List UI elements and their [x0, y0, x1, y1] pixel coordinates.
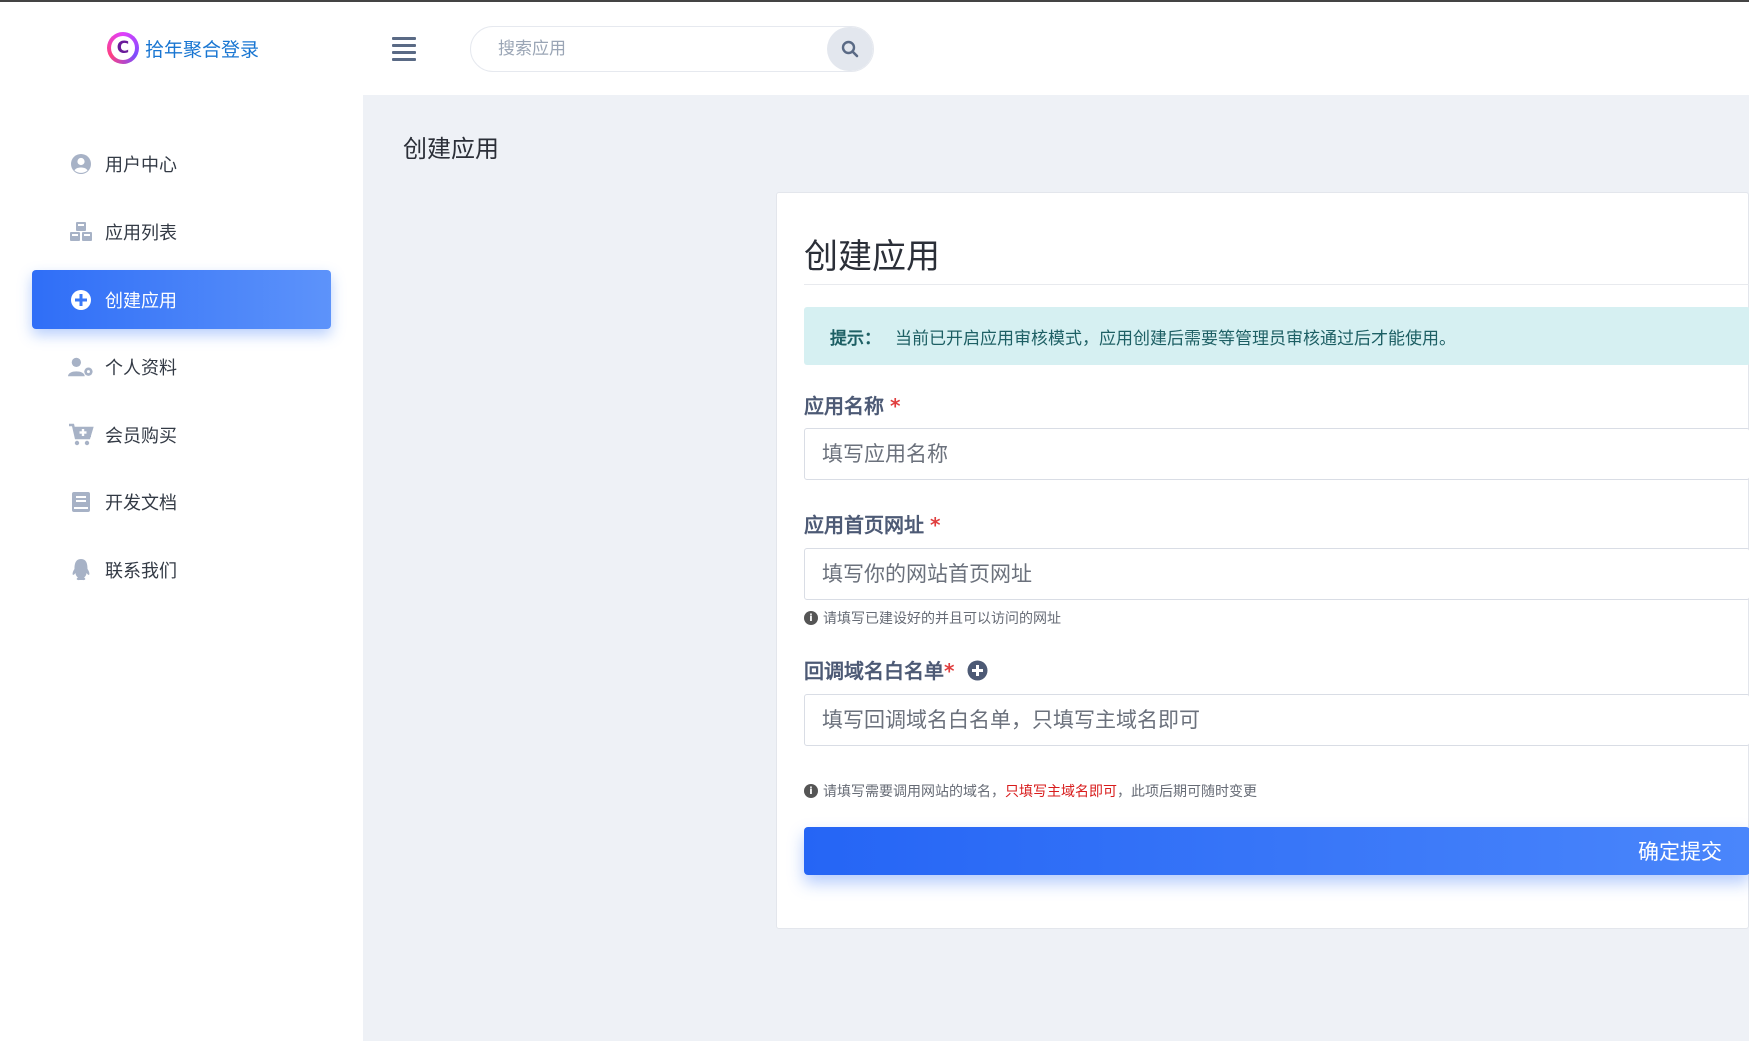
sidebar-item-label: 用户中心 [105, 154, 177, 176]
homepage-label-text: 应用首页网址 [804, 513, 924, 537]
create-app-card: 创建应用 提示： 当前已开启应用审核模式，应用创建后需要等管理员审核通过后才能使… [776, 192, 1749, 929]
add-domain-icon[interactable] [967, 660, 988, 686]
alert-label: 提示： [830, 328, 881, 349]
callback-label-text: 回调域名白名单 [804, 659, 944, 683]
search-input[interactable] [471, 27, 829, 71]
callback-help-prefix: 请填写需要调用网站的域名， [823, 784, 1005, 800]
user-cog-icon [68, 354, 94, 380]
page-title: 创建应用 [403, 135, 499, 163]
user-circle-icon [68, 151, 94, 177]
sidebar-item-label: 个人资料 [105, 357, 177, 379]
required-mark: * [890, 394, 901, 418]
search-bar [470, 26, 874, 72]
alert-text: 当前已开启应用审核模式，应用创建后需要等管理员审核通过后才能使用。 [895, 328, 1456, 349]
sidebar: 用户中心 应用列表 创建应用 个人资料 会员购买 开发文档 联系我们 [0, 95, 363, 1041]
callback-domain-input[interactable] [804, 694, 1749, 746]
hamburger-menu-icon[interactable] [392, 37, 416, 61]
book-icon [68, 489, 94, 515]
brand-logo[interactable]: C 拾年聚合登录 [107, 32, 259, 64]
search-icon [841, 40, 859, 58]
homepage-help-text: 请填写已建设好的并且可以访问的网址 [823, 611, 1061, 627]
submit-button[interactable]: 确定提交 [804, 827, 1749, 875]
app-name-input[interactable] [804, 428, 1749, 480]
cubes-icon [68, 219, 94, 245]
qq-icon [68, 557, 94, 583]
review-mode-alert: 提示： 当前已开启应用审核模式，应用创建后需要等管理员审核通过后才能使用。 [804, 307, 1749, 365]
card-divider [804, 284, 1749, 285]
app-name-label-text: 应用名称 [804, 394, 884, 418]
sidebar-item-create-app[interactable]: 创建应用 [32, 270, 331, 329]
homepage-url-input[interactable] [804, 548, 1749, 600]
callback-help-suffix: ，此项后期可随时变更 [1117, 784, 1257, 800]
info-icon: i [804, 784, 818, 798]
sidebar-item-label: 创建应用 [105, 290, 177, 312]
logo-mark-icon: C [107, 32, 139, 64]
sidebar-item-contact[interactable]: 联系我们 [32, 540, 331, 599]
sidebar-item-membership[interactable]: 会员购买 [32, 405, 331, 464]
sidebar-item-app-list[interactable]: 应用列表 [32, 202, 331, 261]
callback-label: 回调域名白名单* [804, 655, 988, 686]
plus-circle-icon [68, 287, 94, 313]
cart-plus-icon [68, 422, 94, 448]
brand-name: 拾年聚合登录 [145, 38, 260, 61]
app-name-label: 应用名称 * [804, 390, 900, 419]
required-mark: * [930, 513, 941, 537]
logo-letter: C [111, 36, 135, 60]
sidebar-item-profile[interactable]: 个人资料 [32, 337, 331, 396]
homepage-label: 应用首页网址 * [804, 509, 940, 538]
sidebar-item-user-center[interactable]: 用户中心 [32, 134, 331, 193]
main-content: 创建应用 创建应用 提示： 当前已开启应用审核模式，应用创建后需要等管理员审核通… [363, 95, 1749, 1041]
sidebar-item-label: 会员购买 [105, 425, 177, 447]
card-title: 创建应用 [804, 237, 940, 277]
sidebar-item-label: 应用列表 [105, 222, 177, 244]
search-button[interactable] [827, 27, 873, 71]
info-icon: i [804, 611, 818, 625]
callback-help: i 请填写需要调用网站的域名， 只填写主域名即可 ，此项后期可随时变更 [804, 781, 1257, 801]
sidebar-item-label: 开发文档 [105, 492, 177, 514]
callback-help-highlight: 只填写主域名即可 [1005, 784, 1117, 800]
top-header: C 拾年聚合登录 [0, 2, 1749, 95]
required-mark: * [944, 659, 955, 683]
homepage-help: i 请填写已建设好的并且可以访问的网址 [804, 608, 1061, 628]
sidebar-item-label: 联系我们 [105, 560, 177, 582]
sidebar-item-dev-docs[interactable]: 开发文档 [32, 472, 331, 531]
